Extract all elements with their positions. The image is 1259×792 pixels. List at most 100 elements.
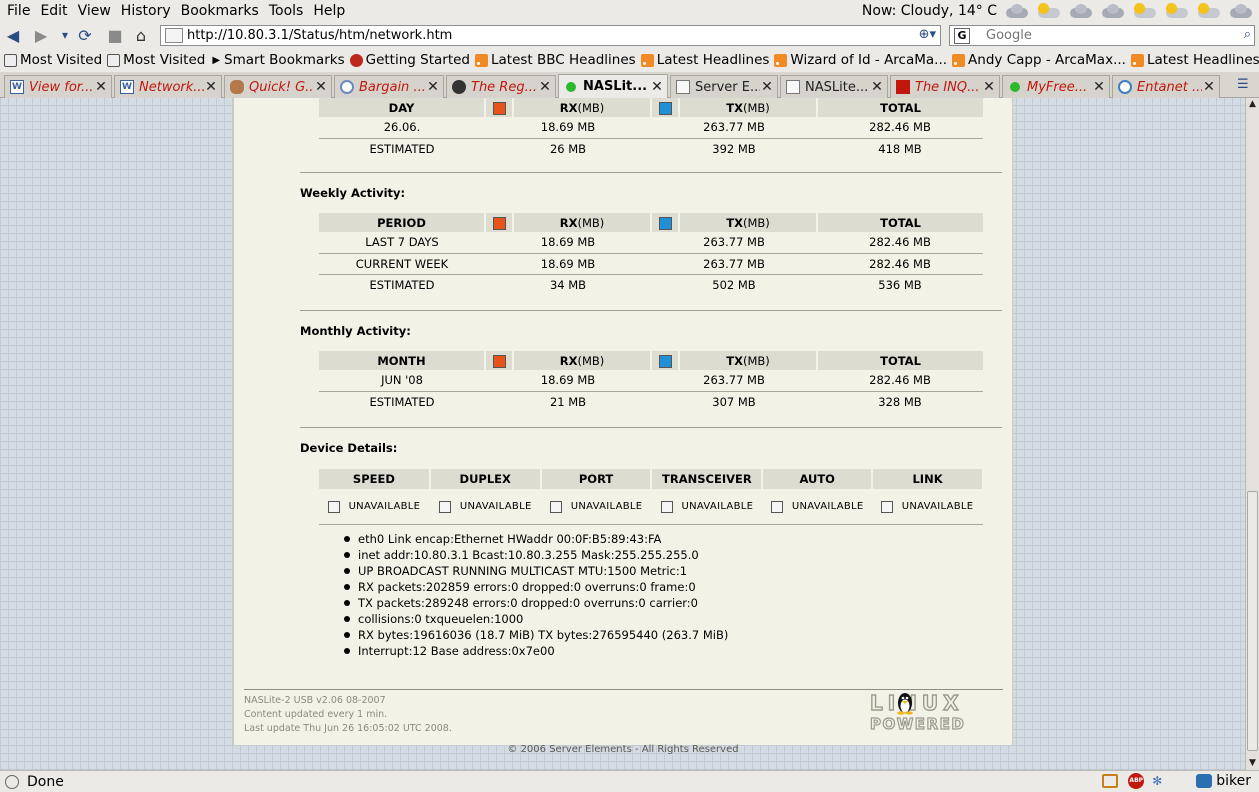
partly-sunny-icon <box>1131 3 1157 19</box>
bookmark-getting-started[interactable]: Getting Started <box>349 52 470 68</box>
forward-icon[interactable]: ▶ <box>30 25 52 45</box>
menu-history[interactable]: History <box>116 3 176 19</box>
daily-activity-table: DAY RX(MB) TX(MB) TOTAL 26.06. 18.69 MB … <box>319 98 983 159</box>
rss-icon <box>1130 53 1144 67</box>
col-transceiver: TRANSCEIVER <box>651 469 764 489</box>
menu-file[interactable]: File <box>2 3 35 19</box>
col-port: PORT <box>540 469 653 489</box>
scroll-up-icon[interactable]: ▲ <box>1246 98 1259 111</box>
col-day: DAY <box>319 98 486 117</box>
bookmark-andy-capp[interactable]: Andy Capp - ArcaMax... <box>952 52 1126 68</box>
close-icon[interactable]: ✕ <box>426 79 440 95</box>
list-item: TX packets:289248 errors:0 dropped:0 ove… <box>343 595 728 611</box>
rain-cloud-icon <box>1099 3 1125 19</box>
list-item: collisions:0 txqueuelen:1000 <box>343 611 728 627</box>
search-input[interactable] <box>986 28 1226 43</box>
table-row: UNAVAILABLE UNAVAILABLE UNAVAILABLE UNAV… <box>319 495 983 521</box>
checkbox-icon <box>327 500 340 513</box>
bookmark-latest-headlines[interactable]: Latest Headlines <box>640 52 769 68</box>
menu-tools[interactable]: Tools <box>264 3 309 19</box>
bookmark-latest-headlines-2[interactable]: Latest Headlines <box>1130 52 1259 68</box>
page-footer: NASLite-2 USB v2.06 08-2007 Content upda… <box>244 694 452 736</box>
tab-the-register[interactable]: The Reg... ✕ <box>446 75 556 98</box>
tab-naslite-active[interactable]: NASLit... ✕ <box>558 74 668 98</box>
footer-divider <box>244 689 1003 690</box>
bookmark-most-visited[interactable]: Most Visited <box>4 52 102 68</box>
adblock-icon[interactable]: ABP <box>1128 773 1145 789</box>
tab-list-icon[interactable]: ☰ <box>1237 77 1255 93</box>
tab-server-elements[interactable]: Server E... ✕ <box>670 75 778 98</box>
bookmark-most-visited-2[interactable]: Most Visited <box>107 52 205 68</box>
vertical-scrollbar[interactable]: ▲ ▼ <box>1245 98 1259 770</box>
close-icon[interactable]: ✕ <box>204 79 218 95</box>
swirl-icon <box>452 80 466 94</box>
speed-value: UNAVAILABLE <box>348 501 421 512</box>
arrow-icon: ▶ <box>212 54 221 66</box>
go-icon[interactable]: ⊕▾ <box>919 27 936 42</box>
col-speed: SPEED <box>319 469 431 489</box>
bookmark-smart-bookmarks[interactable]: ▶ Smart Bookmarks <box>210 52 344 68</box>
green-dot-icon <box>1010 82 1020 92</box>
close-icon[interactable]: ✕ <box>982 79 996 95</box>
menu-bookmarks[interactable]: Bookmarks <box>176 3 264 19</box>
menu-view[interactable]: View <box>73 3 116 19</box>
tab-naslite-2[interactable]: NASLite... ✕ <box>780 75 888 98</box>
close-icon[interactable]: ✕ <box>1092 79 1106 95</box>
extension-icon[interactable]: ✻ <box>1152 774 1168 788</box>
device-details-heading: Device Details: <box>300 441 398 455</box>
close-icon[interactable]: ✕ <box>94 79 108 95</box>
rss-icon <box>952 53 966 67</box>
table-header: DAY RX(MB) TX(MB) TOTAL <box>319 98 983 117</box>
partly-sunny-icon <box>1035 3 1061 19</box>
list-item: RX packets:202859 errors:0 dropped:0 ove… <box>343 579 728 595</box>
tab-myfree[interactable]: MyFree... ✕ <box>1002 75 1110 98</box>
lock-icon[interactable] <box>1102 774 1119 788</box>
site-icon <box>165 28 183 43</box>
tab-entanet[interactable]: Entanet ... ✕ <box>1112 75 1220 98</box>
search-go-icon[interactable]: ⌕ <box>1244 27 1251 42</box>
menu-edit[interactable]: Edit <box>35 3 72 19</box>
tab-view-for[interactable]: W View for... ✕ <box>4 75 112 98</box>
menu-help[interactable]: Help <box>308 3 350 19</box>
home-icon[interactable]: ⌂ <box>130 25 152 45</box>
close-icon[interactable]: ✕ <box>760 79 774 95</box>
col-total: TOTAL <box>817 213 983 232</box>
scroll-thumb[interactable] <box>1247 491 1258 751</box>
col-month: MONTH <box>319 351 486 370</box>
list-item: inet addr:10.80.3.1 Bcast:10.80.3.255 Ma… <box>343 547 728 563</box>
table-row: LAST 7 DAYS 18.69 MB 263.77 MB 282.46 MB <box>319 232 983 254</box>
history-dropdown-icon[interactable]: ▾ <box>54 25 76 45</box>
url-bar[interactable]: http://10.80.3.1/Status/htm/network.htm … <box>160 25 941 46</box>
cloud-icon <box>1227 3 1253 19</box>
close-icon[interactable]: ✕ <box>870 79 884 95</box>
copyright-text: © 2006 Server Elements - All Rights Rese… <box>507 744 739 755</box>
search-bar[interactable]: G ⌕ <box>949 25 1255 46</box>
cloud-icon <box>1067 3 1093 19</box>
close-icon[interactable]: ✕ <box>650 79 664 95</box>
url-text[interactable]: http://10.80.3.1/Status/htm/network.htm <box>187 28 452 43</box>
close-icon[interactable]: ✕ <box>314 79 328 95</box>
back-icon[interactable]: ◀ <box>2 25 24 45</box>
col-total: TOTAL <box>817 98 983 117</box>
weather-widget[interactable]: Now: Cloudy, 14° C <box>862 0 1259 22</box>
tab-quick-g[interactable]: Quick! G... ✕ <box>224 75 332 98</box>
partly-sunny-icon <box>1195 3 1221 19</box>
reload-icon[interactable]: ⟳ <box>74 25 96 45</box>
user-name[interactable]: biker <box>1216 773 1251 789</box>
table-row: CURRENT WEEK 18.69 MB 263.77 MB 282.46 M… <box>319 253 983 275</box>
close-icon[interactable]: ✕ <box>538 79 552 95</box>
firefox-icon <box>349 53 363 67</box>
tab-the-inquirer[interactable]: The INQ... ✕ <box>890 75 1000 98</box>
rx-swatch <box>485 98 514 117</box>
stop-icon[interactable]: ■ <box>104 25 126 45</box>
close-icon[interactable]: ✕ <box>1202 79 1216 95</box>
bookmark-bbc-headlines[interactable]: Latest BBC Headlines <box>474 52 636 68</box>
checkbox-icon <box>438 500 451 513</box>
tab-network[interactable]: W Network... ✕ <box>114 75 222 98</box>
bookmark-wizard-of-id[interactable]: Wizard of Id - ArcaMa... <box>774 52 947 68</box>
weather-text: Now: Cloudy, 14° C <box>861 3 997 19</box>
google-icon[interactable]: G <box>954 27 970 44</box>
bookmark-icon <box>4 53 17 67</box>
scroll-down-icon[interactable]: ▼ <box>1246 757 1259 770</box>
tab-bargain[interactable]: Bargain ... ✕ <box>334 75 444 98</box>
